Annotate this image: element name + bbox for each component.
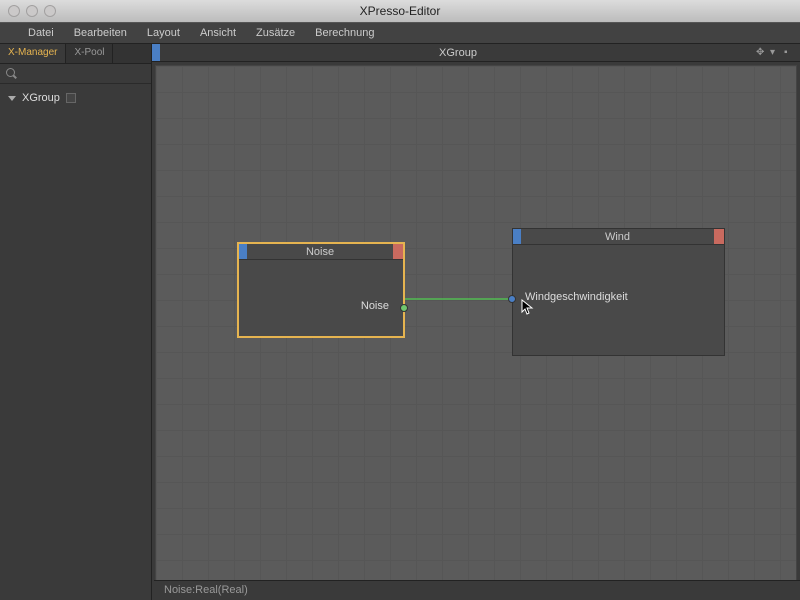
- tab-xmanager[interactable]: X-Manager: [0, 44, 66, 63]
- work-area: X-Manager X-Pool XGroup XGroup ✥ ▾ ▪: [0, 44, 800, 600]
- sidebar-tabs: X-Manager X-Pool: [0, 44, 151, 64]
- node-wind-header[interactable]: Wind: [513, 229, 724, 245]
- header-input-indicator: [152, 44, 160, 61]
- canvas-header-icons: ✥ ▾ ▪: [756, 47, 800, 59]
- sidebar: X-Manager X-Pool XGroup: [0, 44, 152, 600]
- tree-toggle-icon[interactable]: [66, 93, 76, 103]
- window-titlebar: XPresso-Editor: [0, 0, 800, 22]
- menu-extras[interactable]: Zusätze: [246, 22, 305, 44]
- canvas-title: XGroup: [160, 47, 756, 59]
- node-canvas[interactable]: Noise Noise Wind Windgeschwindigkeit: [155, 65, 797, 597]
- node-noise-title: Noise: [247, 244, 393, 259]
- maximize-icon[interactable]: [44, 5, 56, 17]
- menu-calc[interactable]: Berechnung: [305, 22, 384, 44]
- search-row[interactable]: [0, 64, 151, 84]
- node-noise[interactable]: Noise Noise: [238, 243, 404, 337]
- chevron-down-icon[interactable]: [8, 94, 16, 102]
- window-title: XPresso-Editor: [0, 4, 800, 18]
- node-output-indicator: [714, 229, 724, 244]
- tree-view: XGroup: [0, 84, 151, 112]
- menu-file[interactable]: Datei: [18, 22, 64, 44]
- node-noise-body: Noise: [239, 260, 403, 352]
- node-input-indicator: [513, 229, 521, 244]
- minimize-icon[interactable]: [26, 5, 38, 17]
- tree-item-xgroup[interactable]: XGroup: [0, 90, 151, 106]
- node-wind-title: Wind: [521, 229, 714, 244]
- node-wind-body: Windgeschwindigkeit: [513, 245, 724, 371]
- search-icon: [6, 68, 18, 80]
- tab-xpool[interactable]: X-Pool: [66, 44, 113, 63]
- node-output-indicator: [393, 244, 403, 259]
- port-noise-out[interactable]: [400, 304, 408, 312]
- port-noise-out-label: Noise: [361, 300, 389, 312]
- menu-layout[interactable]: Layout: [137, 22, 190, 44]
- tree-item-label: XGroup: [22, 92, 60, 104]
- port-wind-in[interactable]: [508, 295, 516, 303]
- canvas-header: XGroup ✥ ▾ ▪: [152, 44, 800, 62]
- canvas-wrap: XGroup ✥ ▾ ▪ Noise Noise: [152, 44, 800, 600]
- menubar: Datei Bearbeiten Layout Ansicht Zusätze …: [0, 22, 800, 44]
- node-wind[interactable]: Wind Windgeschwindigkeit: [512, 228, 725, 356]
- menu-view[interactable]: Ansicht: [190, 22, 246, 44]
- close-canvas-icon[interactable]: ▪: [784, 47, 796, 59]
- down-icon[interactable]: ▾: [770, 47, 782, 59]
- status-text: Noise:Real(Real): [164, 584, 248, 596]
- status-bar: Noise:Real(Real): [154, 580, 800, 600]
- menu-edit[interactable]: Bearbeiten: [64, 22, 137, 44]
- node-input-indicator: [239, 244, 247, 259]
- port-wind-in-label: Windgeschwindigkeit: [525, 291, 628, 303]
- close-icon[interactable]: [8, 5, 20, 17]
- node-noise-header[interactable]: Noise: [239, 244, 403, 260]
- window-controls: [0, 5, 56, 17]
- move-icon[interactable]: ✥: [756, 47, 768, 59]
